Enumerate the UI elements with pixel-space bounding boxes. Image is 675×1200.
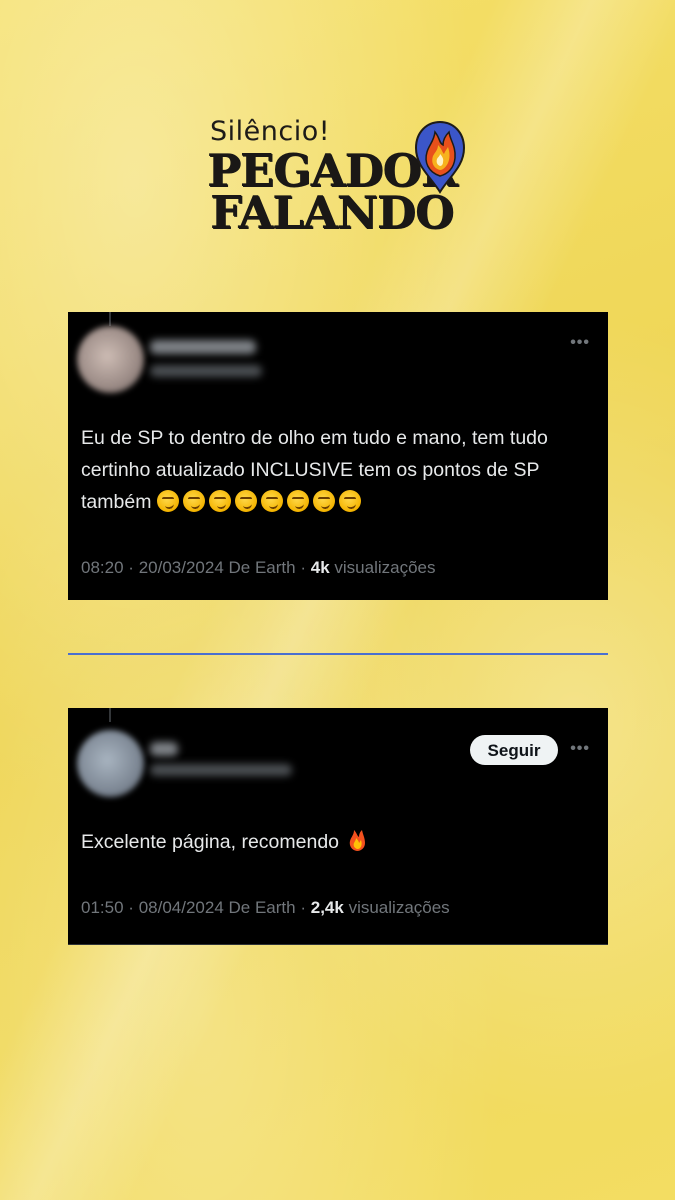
- smirking-face-icon: [312, 490, 335, 512]
- meta-separator: ·: [128, 898, 134, 917]
- tweet-body: Excelente página, recomendo: [81, 831, 340, 853]
- thread-line: [109, 312, 111, 326]
- tweet-text: Eu de SP to dentro de olho em tudo e man…: [81, 422, 596, 518]
- tweet-card: ••• Eu de SP to dentro de olho em tudo e…: [68, 312, 608, 600]
- tweet-date[interactable]: 20/03/2024: [139, 558, 224, 577]
- fire-icon: [350, 830, 366, 851]
- smirking-face-emoji-row: [156, 490, 365, 513]
- more-options-icon[interactable]: •••: [570, 334, 590, 352]
- views-count[interactable]: 2,4k: [311, 898, 344, 917]
- logo-line-silencio: Silêncio!: [210, 116, 331, 147]
- smirking-face-icon: [260, 490, 283, 512]
- tweet-meta: 08:20 · 20/03/2024 De Earth · 4k visuali…: [81, 558, 436, 578]
- tweet-meta: 01:50 · 08/04/2024 De Earth · 2,4k visua…: [81, 898, 450, 918]
- avatar[interactable]: [77, 730, 144, 797]
- smirking-face-icon: [182, 490, 205, 512]
- views-label[interactable]: visualizações: [349, 898, 450, 917]
- logo-line-falando: FALANDO: [210, 186, 454, 239]
- smirking-face-icon: [234, 490, 257, 512]
- tweet-text: Excelente página, recomendo: [81, 826, 596, 858]
- smirking-face-icon: [208, 490, 231, 512]
- tweet-time[interactable]: 08:20: [81, 558, 124, 577]
- tweet-date[interactable]: 08/04/2024: [139, 898, 224, 917]
- smirking-face-icon: [156, 490, 179, 512]
- views-count[interactable]: 4k: [311, 558, 330, 577]
- tweet-card: Seguir ••• Excelente página, recomendo 0…: [68, 708, 608, 945]
- meta-separator: ·: [300, 898, 307, 917]
- thread-line: [109, 708, 111, 722]
- follow-button[interactable]: Seguir: [470, 735, 558, 765]
- card-bottom-border: [68, 944, 608, 945]
- blurred-display-name[interactable]: [150, 340, 256, 354]
- brand-logo: Silêncio! PEGADOR FALANDO: [205, 110, 475, 240]
- avatar[interactable]: [77, 326, 144, 393]
- tweet-source: De Earth: [228, 558, 296, 577]
- blurred-username[interactable]: [150, 764, 292, 776]
- blurred-display-name[interactable]: [150, 742, 178, 756]
- tweet-time[interactable]: 01:50: [81, 898, 124, 917]
- meta-separator: ·: [128, 558, 134, 577]
- meta-separator: ·: [300, 558, 307, 577]
- fire-location-pin-icon: [414, 120, 466, 194]
- tweet-source: De Earth: [228, 898, 296, 917]
- smirking-face-icon: [338, 490, 361, 512]
- views-label[interactable]: visualizações: [334, 558, 435, 577]
- blurred-username[interactable]: [150, 365, 262, 377]
- separator-line: [68, 653, 608, 655]
- smirking-face-icon: [286, 490, 309, 512]
- more-options-icon[interactable]: •••: [570, 740, 590, 758]
